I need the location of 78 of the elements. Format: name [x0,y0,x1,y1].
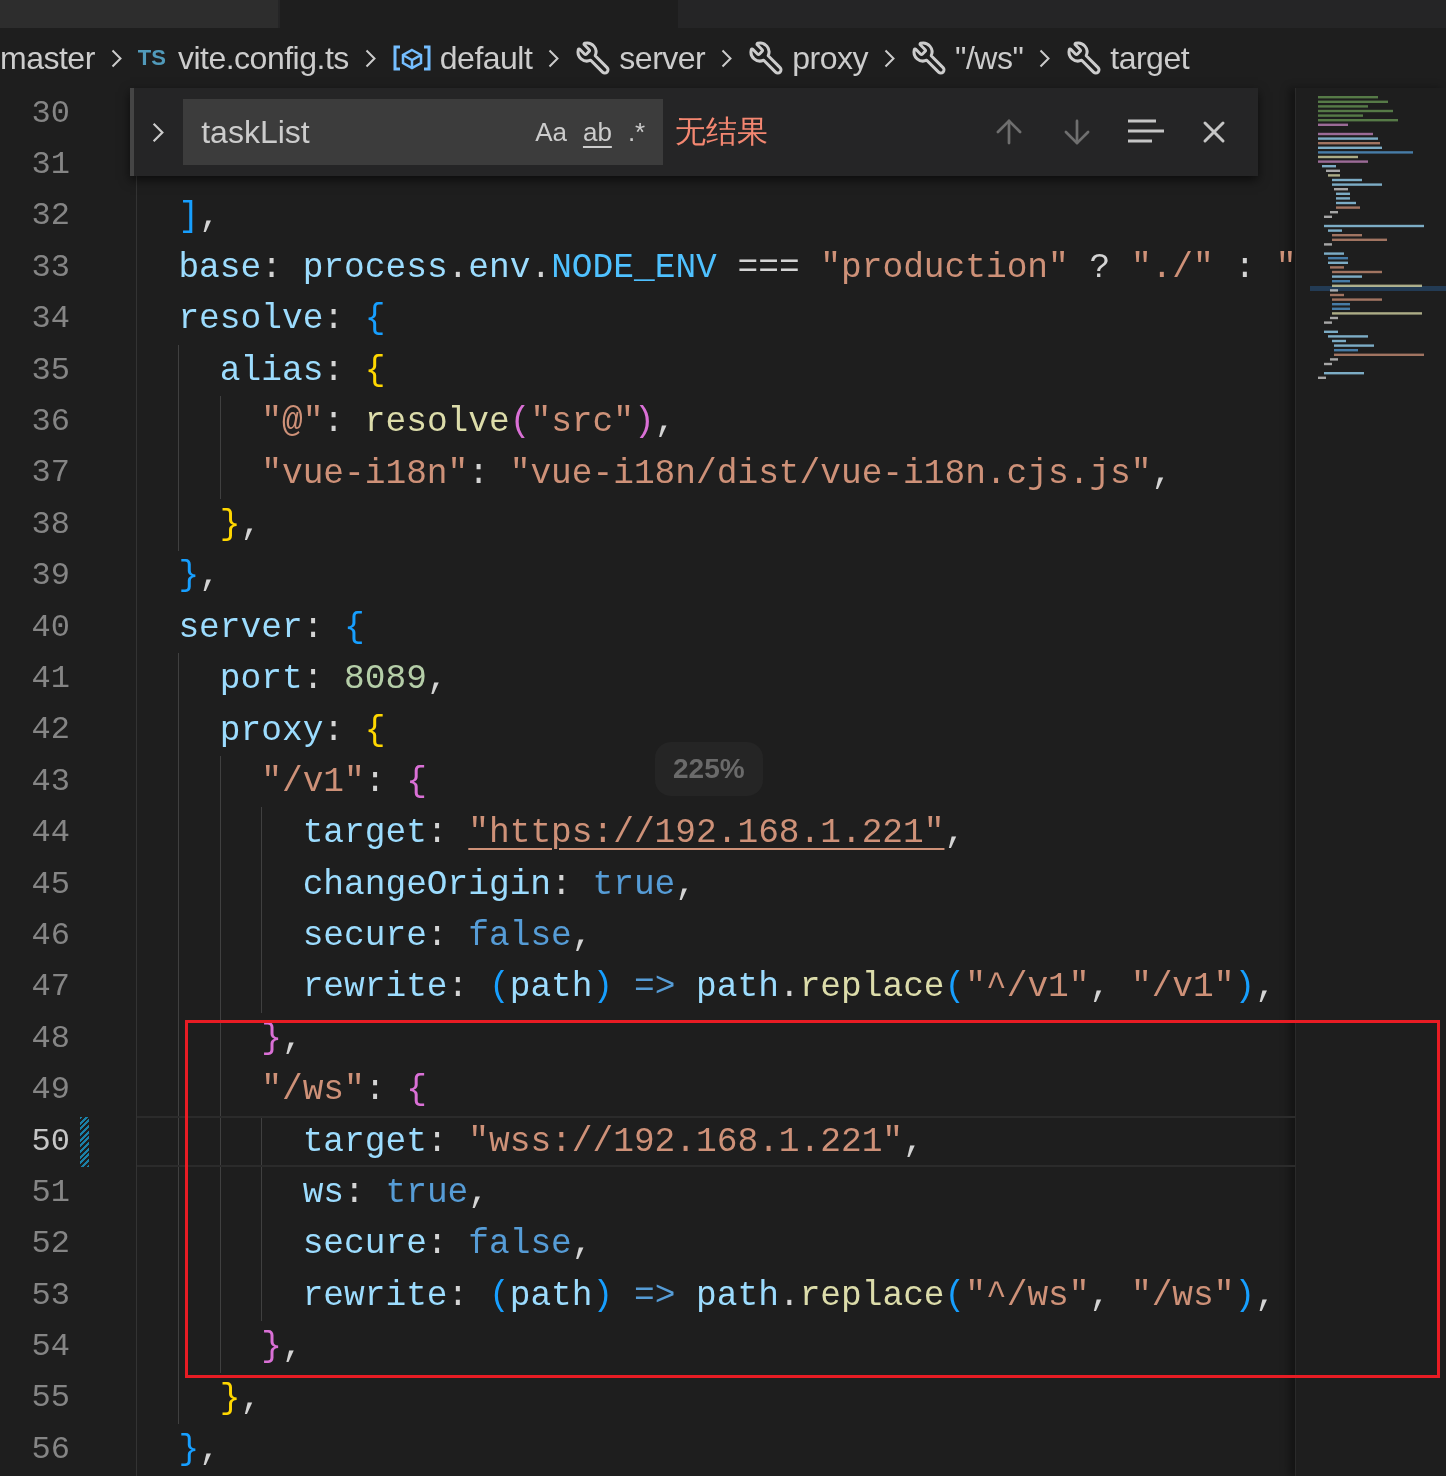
zoom-indicator: 225% [655,742,763,796]
wrench-icon [575,40,612,76]
chevron-right-icon [364,48,376,68]
code-line: target: "wss://192.168.1.221", [301,1120,924,1163]
code-line: "vue-i18n": "vue-i18n/dist/vue-i18n.cjs.js", [260,452,1173,495]
code-line: }, [260,1326,303,1369]
code-line: rewrite: (path) => path.replace("^/ws", "/ws"), [301,1274,1276,1317]
line-number: 34 [30,299,70,340]
code-line: ws: true, [301,1172,489,1215]
line-number: 37 [30,453,70,494]
find-field[interactable]: taskList Aa ab .* [183,99,664,165]
line-number: 30 [30,93,70,134]
code-line: server: { [177,606,365,649]
chevron-right-icon [884,48,895,68]
line-number: 47 [30,967,70,1008]
breadcrumb-item[interactable]: "/ws" [955,34,1024,82]
wrench-icon [1066,40,1103,76]
line-number: 32 [30,196,70,237]
find-option-toggle[interactable]: Aa [531,119,571,145]
line-number: 50 [30,1121,70,1162]
code-line: resolve: { [177,298,386,341]
code-line: secure: false, [301,915,593,958]
line-number: 40 [30,607,70,648]
code-line: alias: { [218,349,386,392]
line-number: 55 [30,1378,70,1419]
chevron-right-icon [1039,48,1051,68]
code-line: }, [218,503,262,546]
chevron-right-icon [151,121,164,143]
line-number: 35 [30,350,70,391]
find-option-toggle[interactable]: ab [578,119,616,145]
line-number: 45 [30,864,70,905]
breadcrumb-item[interactable]: target [1110,34,1190,82]
line-number: 39 [30,556,70,597]
line-number: 42 [30,710,70,751]
code-line: "/ws": { [260,1069,427,1112]
wrench-icon [911,40,947,76]
code-line: }, [218,1377,262,1420]
line-number: 36 [30,402,70,443]
line-number: 44 [30,813,70,854]
breadcrumb-item[interactable]: master [0,34,95,82]
no-results-label: 无结果 [675,112,770,151]
line-number: 33 [30,247,70,288]
code-line: rewrite: (path) => path.replace("^/v1", "/v1"), [301,966,1276,1009]
line-number: 31 [30,145,70,186]
line-number: 43 [30,761,70,802]
typescript-icon: TS [137,47,166,69]
line-number: 56 [30,1429,70,1470]
code-line: changeOrigin: true, [301,863,697,906]
code-line: port: 8089, [218,658,448,701]
breadcrumb-item[interactable]: default [439,34,533,82]
code-line: base: process.env.NODE_ENV === "production" ? "./" : " [177,247,1295,289]
code-line: }, [177,1429,220,1471]
code-line: }, [177,555,220,598]
line-number: 52 [30,1224,70,1265]
code-line: ], [177,195,220,238]
code-line: "@": resolve("src"), [260,401,676,444]
modified-gutter-mark [80,1116,89,1167]
wrench-icon [748,40,785,76]
line-number: 49 [30,1070,70,1111]
chevron-right-icon [721,48,733,68]
line-number: 53 [30,1275,70,1316]
line-number: 48 [30,1018,70,1059]
code-line: target: "https://192.168.1.221", [301,812,966,855]
code-line: proxy: { [218,709,386,752]
line-number: 51 [30,1172,70,1213]
line-number: 46 [30,915,70,956]
breadcrumb-item[interactable]: proxy [792,34,868,82]
line-number: 54 [30,1327,70,1368]
line-number: 38 [30,504,70,545]
variable-icon [391,43,432,73]
chevron-right-icon [110,48,122,68]
code-line: "/v1": { [260,760,427,803]
find-option-toggle[interactable]: .* [623,119,650,145]
breadcrumb-item[interactable]: vite.config.ts [177,34,349,82]
code-line: secure: false, [301,1223,593,1266]
breadcrumb-item[interactable]: server [619,34,706,82]
chevron-right-icon [548,48,560,68]
line-number: 41 [30,659,70,699]
